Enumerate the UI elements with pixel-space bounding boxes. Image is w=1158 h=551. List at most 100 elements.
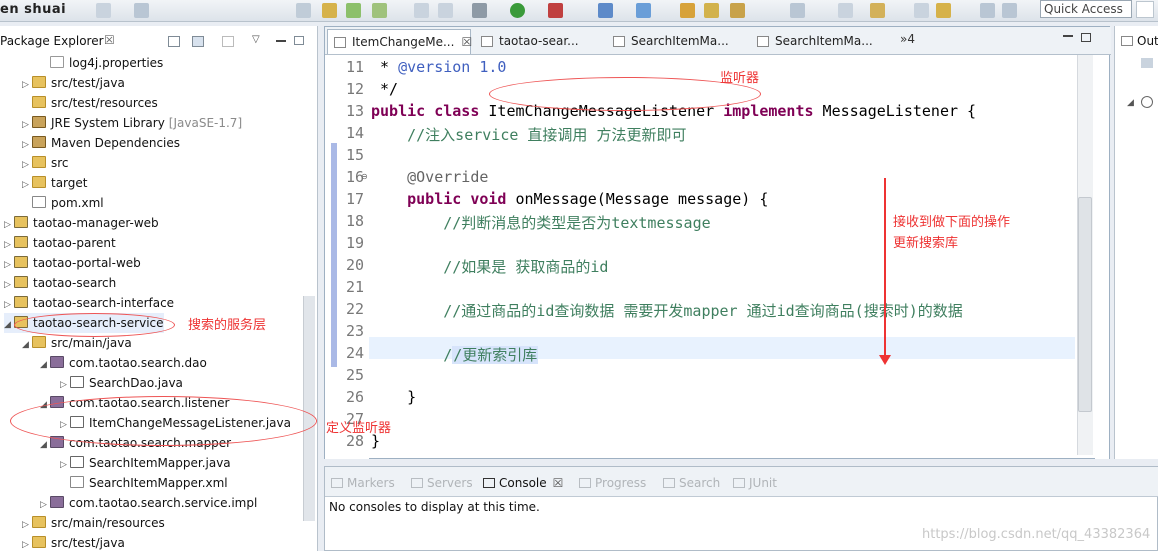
collapsed-arrow-icon[interactable]: ▷ — [22, 155, 32, 175]
editor-scrollbar-thumb[interactable] — [1078, 197, 1092, 412]
toolbar-button-icon[interactable] — [870, 3, 885, 18]
tree-item[interactable]: ▷ src — [22, 153, 69, 173]
collapsed-arrow-icon[interactable]: ▷ — [22, 175, 32, 195]
tree-item[interactable]: pom.xml — [22, 193, 104, 213]
close-icon[interactable]: ☒ — [461, 35, 472, 49]
tree-item[interactable]: ▷ SearchItemMapper.java — [60, 453, 231, 473]
tab-overflow-button[interactable]: »4 — [900, 32, 915, 46]
collapsed-arrow-icon[interactable]: ▷ — [22, 75, 32, 95]
toolbar-button-icon[interactable] — [680, 3, 695, 18]
collapsed-arrow-icon[interactable]: ▷ — [4, 275, 14, 295]
tree-item[interactable]: ▷ taotao-parent — [4, 233, 116, 253]
tree-item[interactable]: ▷ src/test/java — [22, 533, 125, 551]
code-line[interactable]: //如果是 获取商品的id — [371, 256, 608, 277]
code-line[interactable]: //更新索引库 — [371, 344, 539, 365]
tree-item[interactable]: ◢ com.taotao.search.dao — [40, 353, 207, 373]
minimize-icon[interactable] — [1063, 35, 1073, 37]
expanded-arrow-icon[interactable]: ◢ — [22, 335, 32, 355]
tree-item[interactable]: ▷ src/main/resources — [22, 513, 165, 533]
link-editor-icon[interactable] — [192, 36, 204, 47]
tree-item[interactable]: ▷ target — [22, 173, 88, 193]
tree-item[interactable]: ▷ JRE System Library [JavaSE-1.7] — [22, 113, 242, 133]
toolbar-button-icon[interactable] — [790, 3, 805, 18]
tab-console[interactable]: Console ☒ — [483, 476, 563, 490]
tab-junit[interactable]: JUnit — [733, 476, 777, 490]
tree-item[interactable]: ▷ taotao-search — [4, 273, 116, 293]
maximize-icon[interactable] — [294, 36, 304, 45]
toolbar-button-icon[interactable] — [914, 3, 929, 18]
tab-searchitemmapper-xml[interactable]: SearchItemMa... — [751, 29, 893, 54]
tree-item[interactable]: ▷ SearchDao.java — [60, 373, 183, 393]
debug-icon[interactable] — [548, 3, 563, 18]
package-explorer-scrollbar[interactable] — [303, 296, 315, 521]
tab-taotao-search[interactable]: taotao-sear... — [475, 29, 607, 54]
class-icon[interactable] — [1141, 96, 1153, 108]
tree-item[interactable]: ▷ taotao-manager-web — [4, 213, 159, 233]
code-line[interactable]: } — [371, 388, 416, 406]
close-icon[interactable]: ☒ — [553, 476, 564, 490]
expand-icon[interactable]: ◢ — [1127, 98, 1134, 108]
collapsed-arrow-icon[interactable]: ▷ — [60, 455, 70, 475]
tab-itemchangemessagelistener[interactable]: ItemChangeMe... ☒ — [327, 29, 472, 54]
toolbar-button-icon[interactable] — [598, 3, 613, 18]
code-line[interactable]: */ — [371, 80, 398, 98]
tree-item[interactable]: src/test/resources — [22, 93, 158, 113]
expanded-arrow-icon[interactable]: ◢ — [40, 355, 50, 375]
quick-access-input[interactable]: Quick Access — [1040, 0, 1132, 18]
perspective-button[interactable] — [1136, 1, 1154, 18]
collapsed-arrow-icon[interactable]: ▷ — [40, 495, 50, 515]
run-icon[interactable] — [510, 3, 525, 18]
tab-searchitemmapper-java[interactable]: SearchItemMa... — [607, 29, 749, 54]
close-icon[interactable]: ☒ — [104, 33, 115, 47]
tree-item[interactable]: ▷ Maven Dependencies — [22, 133, 180, 153]
toolbar-button-icon[interactable] — [1002, 3, 1017, 18]
toolbar-button-icon[interactable] — [980, 3, 995, 18]
package-explorer-title[interactable]: Package Explorer — [0, 34, 104, 48]
toolbar-button-icon[interactable] — [438, 3, 453, 18]
collapsed-arrow-icon[interactable]: ▷ — [22, 515, 32, 535]
toolbar-button-icon[interactable] — [636, 3, 651, 18]
tree-item[interactable]: ▷ taotao-portal-web — [4, 253, 141, 273]
code-line[interactable]: public void onMessage(Message message) { — [371, 190, 768, 208]
collapse-all-icon[interactable] — [168, 36, 180, 47]
toolbar-button-icon[interactable] — [414, 3, 429, 18]
toolbar-button-icon[interactable] — [322, 3, 337, 18]
tree-item[interactable]: log4j.properties — [40, 53, 163, 73]
view-menu-icon[interactable] — [222, 36, 234, 47]
tree-item[interactable]: ▷ src/test/java — [22, 73, 125, 93]
toolbar-button-icon[interactable] — [936, 3, 951, 18]
code-area[interactable]: 11 12 13 14 15 16 ⊖ 17 18 19 20 21 22 23 24 25 26 27 28 * … — [325, 55, 1111, 459]
tab-progress[interactable]: Progress — [579, 476, 646, 490]
collapsed-arrow-icon[interactable]: ▷ — [4, 215, 14, 235]
tab-servers[interactable]: Servers — [411, 476, 473, 490]
collapsed-arrow-icon[interactable]: ▷ — [22, 535, 32, 551]
collapsed-arrow-icon[interactable]: ▷ — [4, 235, 14, 255]
settings-gear-icon[interactable] — [472, 3, 487, 18]
expanded-arrow-icon[interactable]: ◢ — [40, 435, 50, 455]
toolbar-button-icon[interactable] — [730, 3, 745, 18]
tree-item[interactable]: SearchItemMapper.xml — [60, 473, 228, 493]
tree-item[interactable]: ▷ com.taotao.search.service.impl — [40, 493, 257, 513]
toolbar-button-icon[interactable] — [838, 3, 853, 18]
collapsed-arrow-icon[interactable]: ▷ — [4, 295, 14, 315]
toolbar-button-icon[interactable] — [346, 3, 361, 18]
code-line[interactable]: //通过商品的id查询数据 需要开发mapper 通过id查询商品(搜索时)的数… — [371, 300, 963, 321]
tab-search[interactable]: Search — [663, 476, 720, 490]
toolbar-button-icon[interactable] — [704, 3, 719, 18]
fold-toggle-icon[interactable]: ⊖ — [361, 172, 368, 181]
tree-item[interactable]: ▷ taotao-search-interface — [4, 293, 174, 313]
code-line[interactable]: //判断消息的类型是否为textmessage — [371, 212, 710, 233]
outline-tool-icon[interactable] — [1141, 58, 1153, 68]
tab-markers[interactable]: Markers — [331, 476, 395, 490]
toolbar-button-icon[interactable] — [134, 3, 149, 18]
chevron-down-icon[interactable]: ▽ — [252, 34, 260, 45]
minimize-icon[interactable] — [276, 40, 286, 42]
code-line[interactable]: //注入service 直接调用 方法更新即可 — [371, 124, 686, 145]
code-line[interactable]: @Override — [371, 168, 488, 186]
toolbar-button-icon[interactable] — [96, 3, 111, 18]
toolbar-button-icon[interactable] — [296, 3, 311, 18]
collapsed-arrow-icon[interactable]: ▷ — [22, 115, 32, 135]
collapsed-arrow-icon[interactable]: ▷ — [22, 135, 32, 155]
code-line[interactable]: * @version 1.0 — [371, 58, 506, 76]
collapsed-arrow-icon[interactable]: ▷ — [60, 375, 70, 395]
